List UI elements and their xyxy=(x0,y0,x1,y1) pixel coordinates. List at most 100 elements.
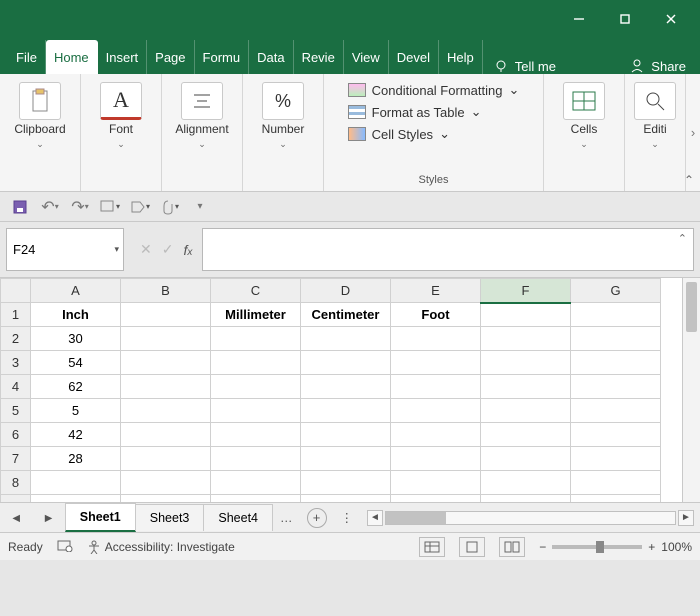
cell[interactable] xyxy=(121,423,211,447)
cell[interactable] xyxy=(301,351,391,375)
cell[interactable] xyxy=(391,327,481,351)
cell[interactable] xyxy=(391,495,481,503)
sheet-tabs-more[interactable]: … xyxy=(272,511,301,525)
horizontal-scrollbar[interactable]: ◄ ► xyxy=(361,510,700,526)
tab-page-layout[interactable]: Page xyxy=(147,40,194,74)
cell[interactable] xyxy=(301,327,391,351)
tab-home[interactable]: Home xyxy=(46,40,98,74)
cell[interactable] xyxy=(571,471,661,495)
zoom-level[interactable]: 100% xyxy=(661,540,692,554)
cell[interactable] xyxy=(571,495,661,503)
tab-file[interactable]: File xyxy=(8,40,46,74)
row-header-7[interactable]: 7 xyxy=(1,447,31,471)
cell-D1[interactable]: Centimeter xyxy=(301,303,391,327)
col-header-D[interactable]: D xyxy=(301,279,391,303)
share-button[interactable]: Share xyxy=(615,58,700,74)
qat-customize[interactable]: ▾ xyxy=(190,197,210,217)
cell[interactable] xyxy=(481,303,571,327)
conditional-formatting-button[interactable]: Conditional Formatting ⌄ xyxy=(348,82,520,98)
chevron-down-icon[interactable]: ▾ xyxy=(114,244,119,255)
zoom-slider[interactable] xyxy=(552,545,642,549)
tab-review[interactable]: Revie xyxy=(294,40,344,74)
cell[interactable] xyxy=(31,495,121,503)
cell[interactable] xyxy=(571,303,661,327)
cell-styles-button[interactable]: Cell Styles ⌄ xyxy=(348,126,450,142)
cell[interactable] xyxy=(31,471,121,495)
tab-view[interactable]: View xyxy=(344,40,389,74)
cell[interactable] xyxy=(301,375,391,399)
cell-E1[interactable]: Foot xyxy=(391,303,481,327)
row-header-5[interactable]: 5 xyxy=(1,399,31,423)
save-button[interactable] xyxy=(10,197,30,217)
cell-A3[interactable]: 54 xyxy=(31,351,121,375)
minimize-button[interactable] xyxy=(556,0,602,38)
cell[interactable] xyxy=(571,447,661,471)
col-header-F[interactable]: F xyxy=(481,279,571,303)
paste-button[interactable]: Clipboard ⌄ xyxy=(6,82,74,150)
insert-function-button[interactable]: fx xyxy=(183,242,192,258)
name-box[interactable]: F24 ▾ xyxy=(6,228,124,271)
col-header-B[interactable]: B xyxy=(121,279,211,303)
tab-help[interactable]: Help xyxy=(439,40,483,74)
cell-A6[interactable]: 42 xyxy=(31,423,121,447)
expand-formula-bar[interactable]: ⌃ xyxy=(678,232,687,245)
hscroll-left[interactable]: ◄ xyxy=(367,510,383,526)
cell[interactable] xyxy=(211,471,301,495)
editing-button[interactable]: Editi ⌄ xyxy=(631,82,679,150)
cell[interactable] xyxy=(571,399,661,423)
cell[interactable] xyxy=(481,423,571,447)
select-all-corner[interactable] xyxy=(1,279,31,303)
tab-developer[interactable]: Devel xyxy=(389,40,439,74)
cell[interactable] xyxy=(301,423,391,447)
cell[interactable] xyxy=(391,351,481,375)
cell[interactable] xyxy=(571,423,661,447)
cell[interactable] xyxy=(121,327,211,351)
row-header-1[interactable]: 1 xyxy=(1,303,31,327)
zoom-in-button[interactable]: + xyxy=(648,540,655,554)
accessibility-status[interactable]: Accessibility: Investigate xyxy=(87,540,235,554)
row-header-6[interactable]: 6 xyxy=(1,423,31,447)
cell[interactable] xyxy=(481,375,571,399)
format-as-table-button[interactable]: Format as Table ⌄ xyxy=(348,104,482,120)
cell[interactable] xyxy=(301,447,391,471)
redo-button[interactable]: ↷ ▾ xyxy=(70,197,90,217)
col-header-A[interactable]: A xyxy=(31,279,121,303)
qat-button-3[interactable]: ▾ xyxy=(160,197,180,217)
cell-A4[interactable]: 62 xyxy=(31,375,121,399)
font-button[interactable]: A Font ⌄ xyxy=(87,82,155,150)
cell[interactable] xyxy=(211,423,301,447)
tab-insert[interactable]: Insert xyxy=(98,40,148,74)
cell[interactable] xyxy=(121,471,211,495)
cell-A1[interactable]: Inch xyxy=(31,303,121,327)
row-header-3[interactable]: 3 xyxy=(1,351,31,375)
cell[interactable] xyxy=(121,351,211,375)
cell[interactable] xyxy=(571,375,661,399)
cell-A7[interactable]: 28 xyxy=(31,447,121,471)
sheet-tab-sheet4[interactable]: Sheet4 xyxy=(203,504,273,531)
row-header-2[interactable]: 2 xyxy=(1,327,31,351)
cell[interactable] xyxy=(211,327,301,351)
cell[interactable] xyxy=(121,495,211,503)
cells-button[interactable]: Cells ⌄ xyxy=(550,82,618,150)
cell[interactable] xyxy=(121,375,211,399)
cell[interactable] xyxy=(571,351,661,375)
qat-button-1[interactable]: ▾ xyxy=(100,197,120,217)
page-layout-view-button[interactable] xyxy=(459,537,485,557)
undo-button[interactable]: ↶ ▾ xyxy=(40,197,60,217)
collapse-ribbon-button[interactable]: ⌃ xyxy=(684,173,694,187)
cell[interactable] xyxy=(121,303,211,327)
cell[interactable] xyxy=(211,351,301,375)
cells-table[interactable]: A B C D E F G 1InchMillimeterCentimeterF… xyxy=(0,278,661,502)
enter-formula-button[interactable]: ✓ xyxy=(162,241,174,258)
cell[interactable] xyxy=(391,399,481,423)
alignment-button[interactable]: Alignment ⌄ xyxy=(168,82,236,150)
cell[interactable] xyxy=(301,399,391,423)
row-header-4[interactable]: 4 xyxy=(1,375,31,399)
close-button[interactable] xyxy=(648,0,694,38)
cell[interactable] xyxy=(301,471,391,495)
vertical-scrollbar[interactable] xyxy=(682,278,700,502)
scrollbar-thumb[interactable] xyxy=(686,282,697,332)
macro-record-icon[interactable] xyxy=(57,538,73,555)
zoom-out-button[interactable]: − xyxy=(539,540,546,554)
sheet-tab-sheet1[interactable]: Sheet1 xyxy=(65,503,136,532)
